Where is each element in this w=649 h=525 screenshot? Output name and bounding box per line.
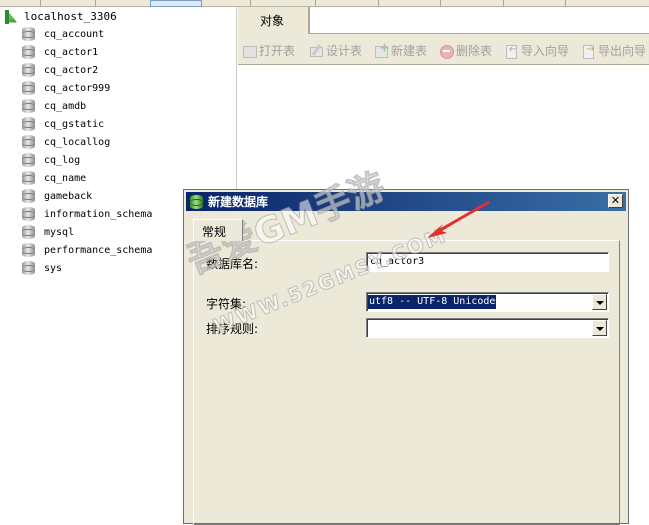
export-wizard-button[interactable]: 导出向导 — [581, 42, 646, 59]
database-name: performance_schema — [44, 244, 153, 256]
design-table-button[interactable]: 设计表 — [309, 42, 362, 59]
database-icon — [22, 189, 35, 203]
objects-toolbar: 打开表 设计表 新建表 删除表 导入向导 导出向导 — [238, 34, 649, 65]
toolbar-selected-button[interactable] — [150, 0, 202, 7]
design-table-icon — [309, 44, 323, 58]
database-node[interactable]: cq_amdb — [22, 97, 86, 115]
collation-label: 排序规则: — [206, 322, 259, 336]
mysql-connection-icon — [4, 9, 18, 24]
new-table-button[interactable]: 新建表 — [374, 41, 428, 59]
charset-dropdown-icon[interactable] — [592, 294, 607, 310]
database-name: cq_locallog — [44, 136, 111, 148]
database-node[interactable]: cq_name — [22, 169, 86, 187]
import-wizard-label: 导入向导 — [521, 44, 570, 58]
tab-general[interactable]: 常规 — [193, 219, 243, 241]
database-node[interactable]: sys — [22, 259, 62, 277]
new-database-dialog: 新建数据库 ✕ 常规 数据库名: cq_actor3 字符集: utf8 -- … — [183, 189, 629, 525]
connection-node[interactable]: localhost_3306 — [4, 8, 117, 25]
database-icon — [22, 63, 35, 77]
database-node[interactable]: cq_actor2 — [22, 61, 98, 79]
database-name: mysql — [44, 226, 75, 238]
database-icon — [22, 207, 35, 221]
charset-select[interactable]: utf8 -- UTF-8 Unicode — [366, 292, 609, 312]
new-table-icon — [374, 41, 390, 58]
close-button[interactable]: ✕ — [608, 194, 623, 208]
database-icon — [22, 153, 35, 167]
collation-dropdown-icon[interactable] — [592, 320, 607, 336]
toolbar-separator — [378, 0, 379, 6]
import-wizard-button[interactable]: 导入向导 — [504, 42, 569, 59]
database-icon — [22, 135, 35, 149]
top-toolbar-strip — [0, 0, 649, 7]
export-wizard-icon — [581, 44, 595, 59]
database-icon — [22, 27, 35, 41]
database-name: cq_log — [44, 154, 81, 166]
tab-objects[interactable]: 对象 — [238, 7, 309, 34]
database-icon — [190, 194, 203, 209]
toolbar-separator — [40, 0, 41, 6]
db-name-input[interactable]: cq_actor3 — [366, 252, 609, 272]
delete-table-label: 删除表 — [456, 44, 493, 58]
export-wizard-label: 导出向导 — [598, 44, 647, 58]
database-name: cq_actor2 — [44, 64, 99, 76]
tab-general-label: 常规 — [202, 225, 227, 239]
database-node[interactable]: cq_account — [22, 25, 104, 43]
delete-table-icon — [439, 44, 454, 59]
tab-objects-label: 对象 — [260, 14, 285, 28]
charset-value: utf8 -- UTF-8 Unicode — [368, 295, 497, 309]
connection-name: localhost_3306 — [24, 10, 117, 23]
database-name: cq_gstatic — [44, 118, 105, 130]
database-icon — [22, 117, 35, 131]
delete-table-button[interactable]: 删除表 — [439, 42, 492, 59]
toolbar-separator — [250, 0, 251, 6]
open-table-label: 打开表 — [259, 44, 296, 58]
database-icon — [22, 261, 35, 275]
database-name: sys — [44, 262, 63, 274]
database-icon — [22, 171, 35, 185]
database-name: cq_actor999 — [44, 82, 111, 94]
database-node[interactable]: cq_log — [22, 151, 80, 169]
new-table-label: 新建表 — [391, 44, 428, 58]
database-name: cq_account — [44, 28, 105, 40]
database-node[interactable]: cq_locallog — [22, 133, 110, 151]
toolbar-separator — [565, 0, 566, 6]
database-name: cq_name — [44, 172, 87, 184]
design-table-label: 设计表 — [326, 44, 363, 58]
objects-tab-strip — [309, 7, 649, 34]
general-tab-panel — [193, 240, 620, 525]
toolbar-separator — [440, 0, 441, 6]
database-name: gameback — [44, 190, 93, 202]
database-name: cq_actor1 — [44, 46, 99, 58]
database-icon — [22, 45, 35, 59]
database-node[interactable]: mysql — [22, 223, 74, 241]
database-node[interactable]: cq_actor999 — [22, 79, 110, 97]
database-name: cq_amdb — [44, 100, 87, 112]
database-node[interactable]: performance_schema — [22, 241, 152, 259]
database-icon — [22, 243, 35, 257]
database-icon — [22, 81, 35, 95]
toolbar-separator — [503, 0, 504, 6]
import-wizard-icon — [504, 44, 518, 59]
collation-select[interactable] — [366, 318, 609, 338]
database-node[interactable]: gameback — [22, 187, 92, 205]
toolbar-separator — [315, 0, 316, 6]
dialog-title: 新建数据库 — [208, 195, 269, 209]
database-icon — [22, 225, 35, 239]
database-icon — [22, 99, 35, 113]
dialog-titlebar[interactable]: 新建数据库 ✕ — [186, 192, 626, 211]
open-table-button[interactable]: 打开表 — [242, 42, 295, 59]
database-name: information_schema — [44, 208, 153, 220]
database-node[interactable]: information_schema — [22, 205, 152, 223]
toolbar-separator — [95, 0, 96, 6]
db-name-label: 数据库名: — [206, 257, 259, 271]
database-node[interactable]: cq_actor1 — [22, 43, 98, 61]
db-name-value: cq_actor3 — [370, 256, 425, 267]
database-node[interactable]: cq_gstatic — [22, 115, 104, 133]
charset-label: 字符集: — [206, 297, 247, 311]
open-table-icon — [242, 44, 257, 58]
